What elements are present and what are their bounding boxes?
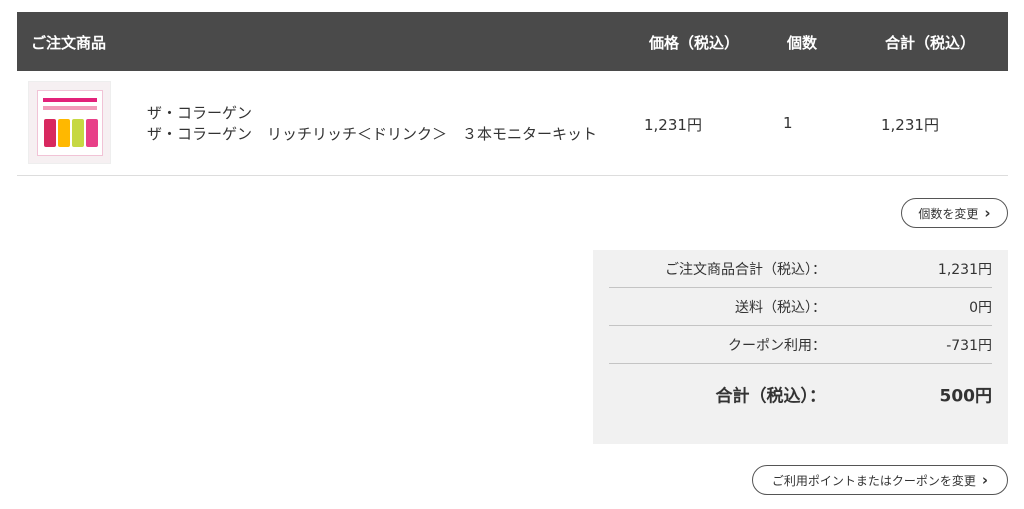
- product-total: 1,231円: [881, 116, 939, 134]
- coupon-value: -731円: [946, 337, 992, 354]
- product-quantity: 1: [783, 114, 793, 132]
- order-summary: ご注文商品合計（税込）： 1,231円 送料（税込）： 0円 クーポン利用： -…: [593, 250, 1008, 444]
- table-row: ザ・コラーゲン ザ・コラーゲン リッチリッチ＜ドリンク＞ ３本モニターキット 1…: [17, 71, 1008, 176]
- header-price: 価格（税込）: [649, 34, 740, 52]
- coupon-label: クーポン利用：: [728, 337, 826, 354]
- drink-pack: [72, 119, 84, 147]
- product-brand: ザ・コラーゲン: [147, 104, 253, 122]
- chevron-right-icon: ›: [981, 470, 989, 489]
- summary-subtotal-row: ご注文商品合計（税込）： 1,231円: [609, 250, 992, 288]
- header-total: 合計（税込）: [885, 34, 976, 52]
- subtotal-value: 1,231円: [937, 261, 992, 278]
- product-info: ザ・コラーゲン ザ・コラーゲン リッチリッチ＜ドリンク＞ ３本モニターキット: [147, 103, 597, 145]
- shipping-value: 0円: [969, 299, 992, 316]
- chevron-right-icon: ›: [984, 203, 991, 222]
- summary-coupon-row: クーポン利用： -731円: [609, 326, 992, 364]
- product-image[interactable]: [28, 81, 111, 164]
- grand-total-value: 500円: [939, 386, 993, 407]
- change-points-coupon-button[interactable]: ご利用ポイントまたはクーポンを変更 ›: [752, 465, 1008, 495]
- grand-total-label: 合計（税込）：: [715, 386, 827, 407]
- product-price: 1,231円: [644, 116, 702, 134]
- order-table: ご注文商品 価格（税込） 個数 合計（税込） ザ・コラーゲン ザ・コラーゲン リ…: [17, 12, 1008, 176]
- subtotal-label: ご注文商品合計（税込）：: [665, 261, 826, 278]
- table-header: ご注文商品 価格（税込） 個数 合計（税込）: [17, 12, 1008, 71]
- change-points-label: ご利用ポイントまたはクーポンを変更: [771, 473, 976, 488]
- shipping-label: 送料（税込）：: [735, 299, 826, 316]
- change-quantity-button[interactable]: 個数を変更 ›: [901, 198, 1008, 228]
- drink-pack: [86, 119, 98, 147]
- header-quantity: 個数: [787, 34, 818, 52]
- summary-shipping-row: 送料（税込）： 0円: [609, 288, 992, 326]
- product-name[interactable]: ザ・コラーゲン リッチリッチ＜ドリンク＞ ３本モニターキット: [147, 124, 597, 145]
- drink-pack: [58, 119, 70, 147]
- header-product: ご注文商品: [31, 34, 107, 52]
- package-stripe: [43, 98, 97, 102]
- product-package-image: [37, 90, 103, 156]
- package-stripe: [43, 106, 97, 110]
- summary-total-row: 合計（税込）： 500円: [609, 364, 993, 424]
- change-quantity-label: 個数を変更: [918, 206, 979, 221]
- drink-pack: [44, 119, 56, 147]
